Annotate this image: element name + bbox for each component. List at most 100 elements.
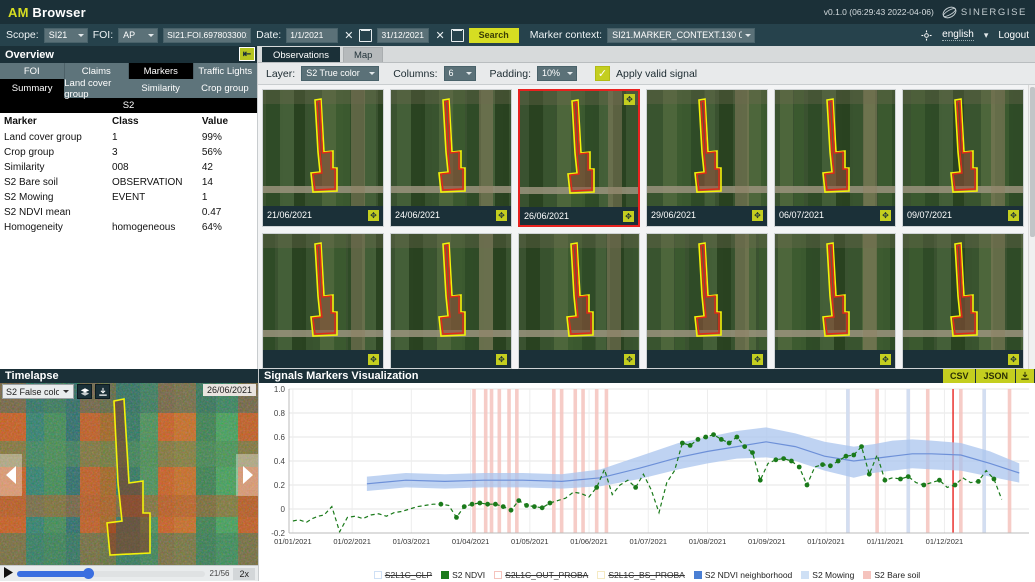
observation-tile[interactable]: ✥ <box>902 233 1024 369</box>
observation-tile[interactable]: 21/06/2021 ✥ <box>262 89 384 227</box>
language-select[interactable]: english <box>942 29 974 41</box>
padding-select[interactable]: 10% <box>537 66 577 81</box>
tile-image[interactable] <box>775 234 895 350</box>
expand-icon[interactable]: ✥ <box>880 210 891 221</box>
apply-valid-signal-checkbox[interactable]: ✓ <box>595 66 610 81</box>
timelapse-slider[interactable] <box>17 571 205 577</box>
ndvi-data-point <box>898 477 903 482</box>
expand-icon[interactable]: ✥ <box>880 354 891 365</box>
tab-traffic-lights[interactable]: Traffic Lights <box>194 63 258 79</box>
timelapse-prev-button[interactable] <box>0 454 22 496</box>
legend-item[interactable]: S2 NDVI neighborhood <box>694 570 792 580</box>
observation-tile[interactable]: ✥ <box>262 233 384 369</box>
download-icon[interactable] <box>95 384 110 399</box>
svg-text:01/09/2021: 01/09/2021 <box>748 537 786 546</box>
date-to-input[interactable] <box>377 28 429 43</box>
export-download-icon[interactable] <box>1016 369 1035 383</box>
observation-tile[interactable]: ✥ 26/06/2021 ✥ <box>518 89 640 227</box>
tab-similarity[interactable]: Similarity <box>129 79 193 98</box>
tile-image[interactable] <box>647 234 767 350</box>
collapse-left-icon[interactable]: ⇤ <box>239 47 255 61</box>
legend-item[interactable]: S2 Mowing <box>801 570 854 580</box>
tab-map[interactable]: Map <box>343 47 383 62</box>
tile-image[interactable] <box>391 234 511 350</box>
export-json-button[interactable]: JSON <box>976 369 1016 383</box>
observation-tile[interactable]: 29/06/2021 ✥ <box>646 89 768 227</box>
legend-item[interactable]: S2L1C_CLP <box>374 570 432 580</box>
tile-image[interactable] <box>391 90 511 206</box>
play-icon[interactable] <box>3 567 13 581</box>
clear-date-to-icon[interactable]: ✕ <box>434 29 445 42</box>
table-cell: 56% <box>198 145 257 160</box>
svg-text:0: 0 <box>281 505 286 514</box>
observations-scrollbar[interactable] <box>1028 85 1035 369</box>
legend-swatch <box>694 571 702 579</box>
marker-context-select[interactable]: SI21.MARKER_CONTEXT.130 02/11/2021 <box>607 28 755 43</box>
observations-tabs: Observations Map <box>258 46 1035 63</box>
table-row: S2 NDVI mean0.47 <box>0 205 257 220</box>
tab-foi[interactable]: FOI <box>0 63 65 79</box>
ndvi-data-point <box>828 463 833 468</box>
ndvi-data-point <box>820 462 825 467</box>
expand-icon[interactable]: ✥ <box>368 210 379 221</box>
timelapse-next-button[interactable] <box>236 454 258 496</box>
foi-type-select[interactable]: AP <box>118 28 158 43</box>
tile-image[interactable] <box>903 234 1023 350</box>
legend-item[interactable]: S2L1C_BS_PROBA <box>597 570 685 580</box>
calendar-from-icon[interactable] <box>359 29 372 42</box>
expand-icon[interactable]: ✥ <box>752 354 763 365</box>
layers-icon[interactable] <box>77 384 92 399</box>
signals-chart[interactable]: 1.00.80.60.40.20-0.201/01/202101/02/2021… <box>259 383 1035 565</box>
columns-select[interactable]: 6 <box>444 66 476 81</box>
gear-icon[interactable] <box>921 30 932 41</box>
scope-select[interactable]: SI21 <box>44 28 88 43</box>
search-button[interactable]: Search <box>469 28 519 43</box>
date-from-input[interactable] <box>286 28 338 43</box>
legend-item[interactable]: S2 NDVI <box>441 570 485 580</box>
expand-icon[interactable]: ✥ <box>624 354 635 365</box>
expand-icon[interactable]: ✥ <box>1008 210 1019 221</box>
tile-image[interactable] <box>903 90 1023 206</box>
playback-speed-button[interactable]: 2x <box>233 568 255 580</box>
expand-icon[interactable]: ✥ <box>623 211 634 222</box>
tab-land-cover-group[interactable]: Land cover group <box>64 79 128 98</box>
observation-tile[interactable]: 09/07/2021 ✥ <box>902 89 1024 227</box>
tab-summary[interactable]: Summary <box>0 79 64 98</box>
legend-item[interactable]: S2L1C_OUT_PROBA <box>494 570 588 580</box>
foi-id-input[interactable] <box>163 28 251 43</box>
overview-header: Overview ⇤ <box>0 46 257 63</box>
tab-crop-group[interactable]: Crop group <box>193 79 257 98</box>
observation-tile[interactable]: ✥ <box>518 233 640 369</box>
expand-icon[interactable]: ✥ <box>496 354 507 365</box>
tile-image[interactable]: ✥ <box>520 91 638 207</box>
tile-image[interactable] <box>263 234 383 350</box>
expand-icon[interactable]: ✥ <box>368 354 379 365</box>
table-cell: homogeneous <box>108 220 198 235</box>
observation-tile[interactable]: ✥ <box>390 233 512 369</box>
slider-knob[interactable] <box>83 568 94 579</box>
export-csv-button[interactable]: CSV <box>943 369 977 383</box>
legend-item[interactable]: S2 Bare soil <box>863 570 920 580</box>
expand-icon[interactable]: ✥ <box>1008 354 1019 365</box>
tab-observations[interactable]: Observations <box>262 47 340 62</box>
tile-image[interactable] <box>647 90 767 206</box>
observation-tile[interactable]: ✥ <box>646 233 768 369</box>
tile-image[interactable] <box>263 90 383 206</box>
scrollbar-thumb[interactable] <box>1030 87 1035 237</box>
observation-tile[interactable]: 24/06/2021 ✥ <box>390 89 512 227</box>
chevron-down-icon[interactable]: ▾ <box>984 30 989 41</box>
clear-date-from-icon[interactable]: ✕ <box>343 29 354 42</box>
logout-button[interactable]: Logout <box>998 30 1029 41</box>
tab-markers[interactable]: Markers <box>129 63 194 79</box>
layer-select[interactable]: S2 True color <box>301 66 379 81</box>
observation-tile[interactable]: 06/07/2021 ✥ <box>774 89 896 227</box>
expand-icon[interactable]: ✥ <box>624 94 635 105</box>
expand-icon[interactable]: ✥ <box>496 210 507 221</box>
tile-image[interactable] <box>775 90 895 206</box>
timelapse-layer-select[interactable]: S2 False color v2 <box>2 384 74 399</box>
calendar-to-icon[interactable] <box>451 29 464 42</box>
observation-tile[interactable]: ✥ <box>774 233 896 369</box>
expand-icon[interactable]: ✥ <box>752 210 763 221</box>
tile-image[interactable] <box>519 234 639 350</box>
version-label: v0.1.0 (06:29:43 2022-04-06) <box>824 7 934 17</box>
